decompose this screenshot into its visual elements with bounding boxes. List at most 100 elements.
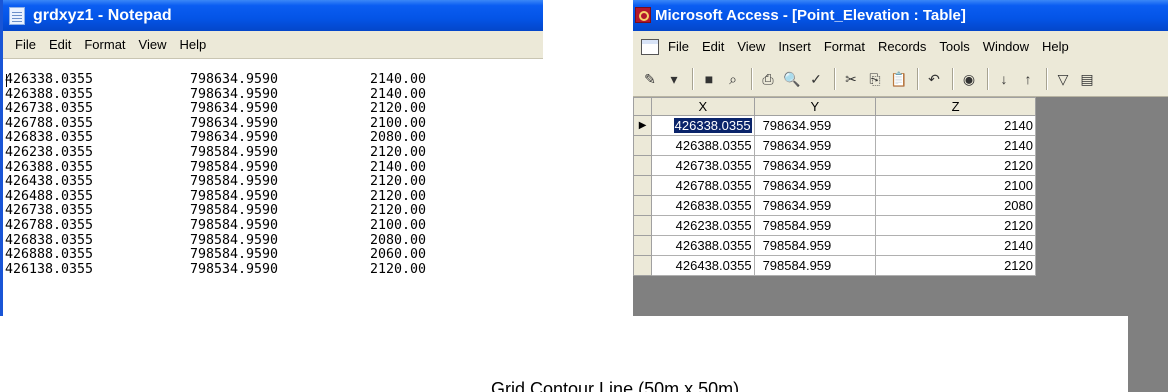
sort-ascending-icon[interactable]: ↓ [993, 68, 1015, 90]
column-header-y[interactable]: Y [753, 97, 877, 116]
table-row[interactable]: 426388.0355 798584.959 2140 [633, 235, 1036, 256]
table-cell-z[interactable]: 2120 [875, 215, 1036, 236]
record-selector[interactable]: ▶ [633, 115, 653, 136]
table-row[interactable]: 426738.0355 798634.959 2120 [633, 155, 1036, 176]
record-selector[interactable] [633, 215, 653, 236]
cell-value: 426738.0355 [675, 158, 752, 173]
table-cell-z[interactable]: 2080 [875, 195, 1036, 216]
text-value: 798634.9590 [190, 86, 279, 102]
filter-icon[interactable]: ▽ [1052, 68, 1074, 90]
access-menu-file[interactable]: File [664, 39, 698, 54]
cell-value: 798634.959 [762, 178, 832, 193]
table-cell-z[interactable]: 2120 [875, 255, 1036, 276]
record-selector[interactable] [633, 255, 653, 276]
record-selector[interactable] [633, 135, 653, 156]
access-menu-help[interactable]: Help [1038, 39, 1078, 54]
table-cell-x[interactable]: 426338.0355 [651, 115, 755, 136]
table-row[interactable]: 426238.0355 798584.959 2120 [633, 215, 1036, 236]
table-window-icon[interactable] [641, 38, 659, 55]
notepad-menu-bar: File Edit Format View Help [3, 31, 543, 59]
notepad-title: grdxyz1 - Notepad [33, 7, 172, 24]
notepad-menu-view[interactable]: View [133, 37, 174, 52]
table-cell-z[interactable]: 2140 [875, 235, 1036, 256]
table-cell-y[interactable]: 798634.959 [753, 175, 877, 196]
hyperlink-icon[interactable]: ◉ [958, 68, 980, 90]
notepad-menu-help[interactable]: Help [173, 37, 213, 52]
text-value: 2120.00 [370, 188, 427, 204]
table-cell-x[interactable]: 426238.0355 [651, 215, 755, 236]
save-icon[interactable]: ■ [698, 68, 720, 90]
table-row[interactable]: 426438.0355 798584.959 2120 [633, 255, 1036, 276]
text-value: 798584.9590 [190, 217, 279, 233]
table-cell-y[interactable]: 798634.959 [753, 195, 877, 216]
spelling-icon[interactable]: ✓ [805, 68, 827, 90]
view-dropdown-icon[interactable]: ▾ [663, 68, 685, 90]
access-menu-edit[interactable]: Edit [698, 39, 733, 54]
table-cell-x[interactable]: 426788.0355 [651, 175, 755, 196]
text-line: 426788.0355 798634.9590 2100.00 [5, 115, 543, 132]
notepad-text-area[interactable]: 426338.0355 798634.9590 2140.00 426388.0355… [3, 60, 543, 316]
text-value: 2100.00 [370, 115, 427, 131]
copy-icon[interactable]: ⎘ [864, 68, 886, 90]
table-row[interactable]: 426788.0355 798634.959 2100 [633, 175, 1036, 196]
notepad-menu-format[interactable]: Format [78, 37, 132, 52]
table-cell-x[interactable]: 426388.0355 [651, 235, 755, 256]
text-value: 2120.00 [370, 144, 427, 160]
record-selector[interactable] [633, 155, 653, 176]
table-cell-y[interactable]: 798584.959 [753, 255, 877, 276]
text-value: 426238.0355 [5, 144, 94, 160]
table-cell-z[interactable]: 2120 [875, 155, 1036, 176]
access-window: Microsoft Access - [Point_Elevation : Ta… [633, 0, 1168, 316]
search-db-icon[interactable]: ⌕ [722, 68, 744, 90]
table-row[interactable]: 426388.0355 798634.959 2140 [633, 135, 1036, 156]
notepad-menu-edit[interactable]: Edit [43, 37, 78, 52]
text-value: 798534.9590 [190, 261, 279, 277]
record-selector-header[interactable] [633, 97, 653, 116]
record-selector[interactable] [633, 235, 653, 256]
notepad-window: grdxyz1 - Notepad File Edit Format View … [0, 0, 543, 316]
table-cell-y[interactable]: 798634.959 [753, 115, 877, 136]
table-cell-x[interactable]: 426838.0355 [651, 195, 755, 216]
access-menu-tools[interactable]: Tools [935, 39, 978, 54]
table-cell-y[interactable]: 798584.959 [753, 235, 877, 256]
cut-icon[interactable]: ✂ [840, 68, 862, 90]
table-cell-x[interactable]: 426438.0355 [651, 255, 755, 276]
notepad-title-bar[interactable]: grdxyz1 - Notepad [3, 0, 543, 31]
undo-icon[interactable]: ↶ [923, 68, 945, 90]
paste-icon[interactable]: 📋 [888, 68, 910, 90]
access-menu-format[interactable]: Format [820, 39, 874, 54]
access-menu-insert[interactable]: Insert [774, 39, 820, 54]
print-preview-icon[interactable]: 🔍 [781, 68, 803, 90]
table-cell-z[interactable]: 2140 [875, 135, 1036, 156]
record-selector[interactable] [633, 175, 653, 196]
cell-value: 2080 [1004, 198, 1033, 213]
table-cell-z[interactable]: 2100 [875, 175, 1036, 196]
print-icon[interactable]: ⎙ [757, 68, 779, 90]
design-view-icon[interactable]: ✎ [639, 68, 661, 90]
access-title-bar[interactable]: Microsoft Access - [Point_Elevation : Ta… [633, 0, 1168, 31]
column-header-x[interactable]: X [651, 97, 755, 116]
table-cell-y[interactable]: 798634.959 [753, 155, 877, 176]
table-row[interactable]: 426838.0355 798634.959 2080 [633, 195, 1036, 216]
filter-form-icon[interactable]: ▤ [1076, 68, 1098, 90]
sort-descending-icon[interactable]: ↑ [1017, 68, 1039, 90]
text-value: 426738.0355 [5, 101, 94, 117]
cell-value: 426238.0355 [675, 218, 752, 233]
record-selector[interactable] [633, 195, 653, 216]
table-cell-x[interactable]: 426388.0355 [651, 135, 755, 156]
table-cell-x[interactable]: 426738.0355 [651, 155, 755, 176]
table-cell-z[interactable]: 2140 [875, 115, 1036, 136]
text-value: 798634.9590 [190, 115, 279, 131]
notepad-menu-file[interactable]: File [9, 37, 43, 52]
column-header-z[interactable]: Z [875, 97, 1036, 116]
text-value: 798584.9590 [190, 188, 279, 204]
table-cell-y[interactable]: 798634.959 [753, 135, 877, 156]
table-row[interactable]: ▶ 426338.0355 798634.959 2140 [633, 115, 1036, 136]
access-menu-records[interactable]: Records [874, 39, 935, 54]
table-cell-y[interactable]: 798584.959 [753, 215, 877, 236]
toolbar-separator [834, 68, 835, 90]
access-menu-view[interactable]: View [733, 39, 774, 54]
text-value: 798584.9590 [190, 159, 279, 175]
text-line: 426888.0355 798584.9590 2060.00 [5, 248, 543, 263]
access-menu-window[interactable]: Window [979, 39, 1038, 54]
